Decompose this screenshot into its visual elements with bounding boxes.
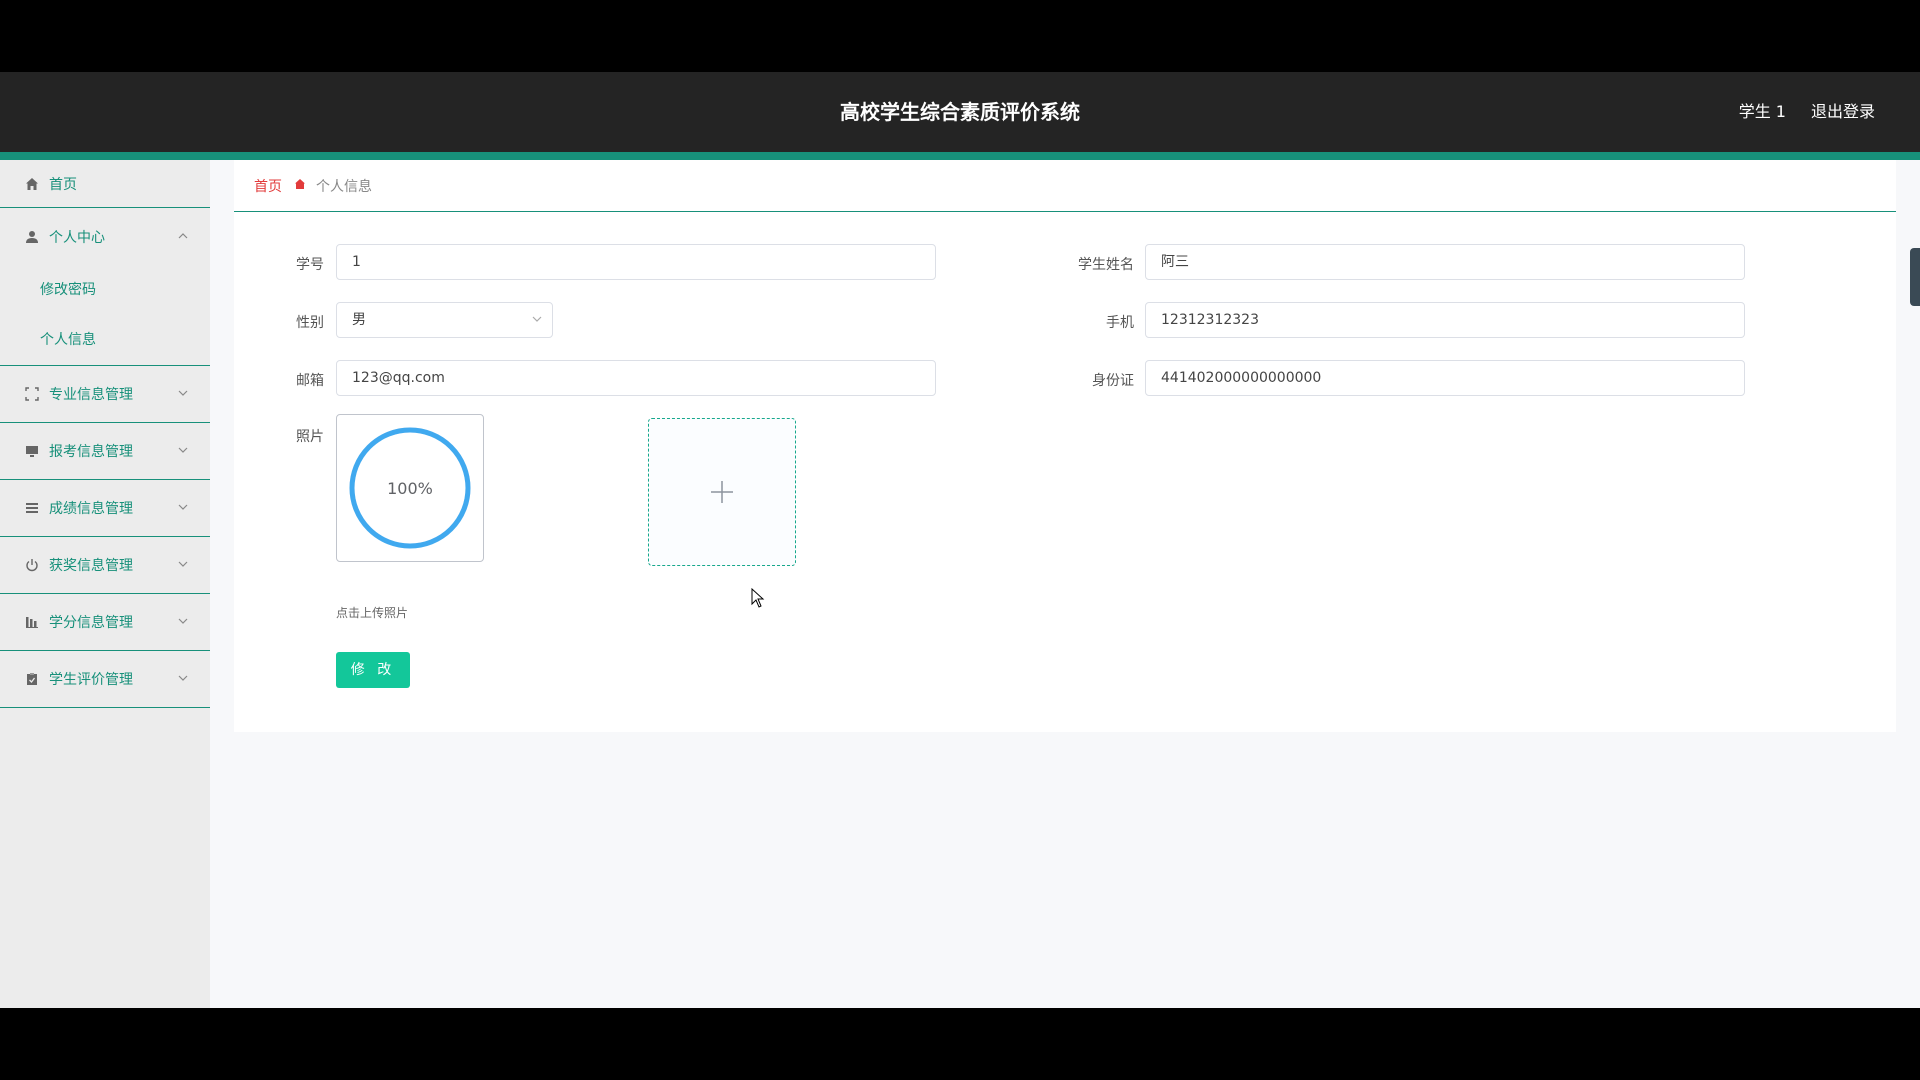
mouse-cursor-icon [751, 588, 765, 608]
sidebar-item-label: 成绩信息管理 [49, 501, 133, 517]
sidebar-item-credit-info[interactable]: 学分信息管理 [0, 594, 210, 651]
sidebar-item-label: 获奖信息管理 [49, 558, 133, 574]
sidebar-item-score-info[interactable]: 成绩信息管理 [0, 480, 210, 537]
email-label: 邮箱 [296, 373, 324, 389]
fullscreen-icon [24, 386, 40, 402]
breadcrumb: 首页 个人信息 [234, 160, 1896, 212]
floating-side-handle[interactable] [1910, 248, 1920, 306]
home-icon [294, 178, 306, 193]
logout-link[interactable]: 退出登录 [1811, 72, 1875, 152]
photo-upload-progress: 100% [336, 414, 484, 562]
sidebar-item-major-info[interactable]: 专业信息管理 [0, 366, 210, 423]
sidebar-item-change-password[interactable]: 修改密码 [0, 265, 210, 315]
clipboard-icon [24, 671, 40, 687]
chart-icon [24, 614, 40, 630]
current-user: 学生 1 [1738, 102, 1786, 121]
sidebar-item-student-evaluation[interactable]: 学生评价管理 [0, 651, 210, 708]
breadcrumb-home[interactable]: 首页 [254, 176, 282, 196]
chevron-down-icon [178, 615, 188, 629]
sidebar-item-award-info[interactable]: 获奖信息管理 [0, 537, 210, 594]
personal-info-panel: 首页 个人信息 学号 1 学生姓名 阿三 性别 男 手机 12312312323… [234, 160, 1896, 732]
plus-icon [711, 481, 733, 503]
idcard-input[interactable]: 441402000000000000 [1145, 360, 1745, 396]
sidebar-item-label: 个人中心 [49, 229, 105, 246]
chevron-up-icon [178, 230, 188, 244]
list-icon [24, 500, 40, 516]
idcard-label: 身份证 [1092, 373, 1134, 389]
student-name-input[interactable]: 阿三 [1145, 244, 1745, 280]
student-id-input[interactable]: 1 [336, 244, 936, 280]
phone-input[interactable]: 12312312323 [1145, 302, 1745, 338]
chevron-down-icon [532, 303, 542, 337]
student-name-label: 学生姓名 [1078, 257, 1134, 273]
sidebar-item-home[interactable]: 首页 [0, 160, 210, 208]
chevron-down-icon [178, 444, 188, 458]
monitor-icon [24, 443, 40, 459]
submit-button[interactable]: 修 改 [336, 652, 410, 688]
gender-label: 性别 [296, 315, 324, 331]
phone-label: 手机 [1106, 315, 1134, 331]
app-title: 高校学生综合素质评价系统 [840, 100, 1080, 124]
gender-select[interactable]: 男 [336, 302, 553, 338]
chevron-down-icon [178, 387, 188, 401]
photo-label: 照片 [296, 429, 324, 445]
header-accent-bar [0, 152, 1920, 160]
progress-text: 100% [387, 479, 433, 498]
sidebar-item-personal-info[interactable]: 个人信息 [0, 315, 210, 365]
personal-center-submenu: 修改密码 个人信息 [0, 265, 210, 366]
sidebar-item-label: 报考信息管理 [49, 444, 133, 460]
home-icon [24, 176, 40, 192]
sidebar-item-personal-center[interactable]: 个人中心 [0, 208, 210, 265]
chevron-down-icon [178, 501, 188, 515]
bottom-letterbox [0, 1008, 1920, 1080]
sidebar-item-label: 首页 [49, 176, 77, 193]
power-icon [24, 557, 40, 573]
chevron-down-icon [178, 558, 188, 572]
sidebar-item-exam-info[interactable]: 报考信息管理 [0, 423, 210, 480]
sidebar-item-label: 学生评价管理 [49, 672, 133, 688]
gender-select-value: 男 [352, 312, 366, 328]
sidebar-item-label: 学分信息管理 [49, 615, 133, 631]
user-icon [24, 229, 40, 245]
student-id-label: 学号 [296, 257, 324, 273]
top-header: 高校学生综合素质评价系统 学生 1 退出登录 [0, 72, 1920, 152]
sidebar: 首页 个人中心 修改密码 个人信息 专业信息管理 报考信息管理 成绩信息管理 获… [0, 160, 210, 1008]
email-input[interactable]: 123@qq.com [336, 360, 936, 396]
photo-upload-button[interactable] [648, 418, 796, 566]
chevron-down-icon [178, 672, 188, 686]
breadcrumb-current: 个人信息 [316, 178, 372, 195]
upload-hint: 点击上传照片 [336, 606, 409, 620]
sidebar-item-label: 专业信息管理 [49, 387, 133, 403]
